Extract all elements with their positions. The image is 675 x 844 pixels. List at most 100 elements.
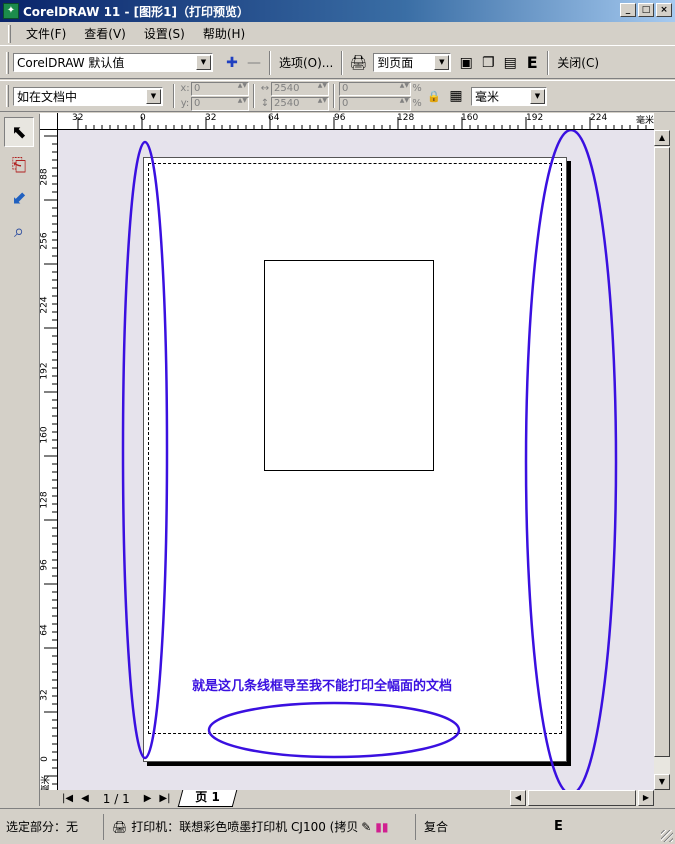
vruler-label: 160 — [40, 426, 50, 444]
vruler-label: 224 — [40, 296, 50, 314]
chevron-down-icon[interactable]: ▼ — [434, 55, 450, 70]
scale-x-input[interactable]: 0 ▲▼ — [339, 81, 411, 96]
resize-grip-icon[interactable] — [661, 830, 673, 842]
maximize-button[interactable]: □ — [638, 3, 654, 17]
height-arrow-icon: ↕ — [260, 98, 270, 109]
vertical-scrollbar[interactable]: ▲ ▼ — [654, 130, 670, 790]
width-input[interactable]: 2540 ▲▼ — [271, 81, 329, 96]
annotation-text: 就是这几条线框导至我不能打印全幅面的文档 — [192, 679, 453, 694]
scale-y-input[interactable]: 0 ▲▼ — [339, 96, 411, 111]
x-position-input[interactable]: 0 ▲▼ — [191, 81, 249, 96]
imposition-tool-icon[interactable]: ⎗ — [4, 150, 34, 180]
toolbar-separator — [269, 50, 271, 75]
horizontal-ruler-ticks — [77, 117, 647, 129]
page-count: 1 / 1 — [102, 791, 130, 806]
position-select[interactable]: 如在文档中 ▼ — [13, 86, 163, 106]
options-button[interactable]: 选项(O)... — [275, 52, 337, 74]
ruler-corner[interactable] — [40, 113, 58, 130]
toolbar-grip[interactable] — [6, 85, 9, 107]
minimize-button[interactable]: _ — [620, 3, 636, 17]
page-tab[interactable]: 页 1 — [178, 790, 238, 807]
color-bars-icon: ▮▮ — [375, 819, 389, 834]
first-page-icon[interactable]: |◀ — [58, 793, 77, 804]
toolbar-separator — [253, 84, 255, 108]
position-value: 如在文档中 — [17, 89, 78, 104]
window-title: CorelDRAW 11 - [图形1]（打印预览） — [23, 4, 249, 19]
menu-view[interactable]: 查看(V) — [75, 23, 135, 44]
scroll-down-icon[interactable]: ▼ — [654, 774, 670, 790]
toolbox: ⬉ ⎗ ⬋ ⌕ — [0, 114, 40, 806]
printer-status-text: 打印机：联想彩色喷墨打印机 CJ100 (拷贝 — [131, 820, 359, 834]
horizontal-ruler[interactable]: 32 0 32 64 96 128 160 192 224 毫米 — [58, 113, 654, 130]
coreldraw-window: ✦ CorelDRAW 11 - [图形1]（打印预览） _ □ × 文件(F)… — [0, 0, 675, 844]
close-window-button[interactable]: × — [656, 3, 672, 17]
chevron-down-icon[interactable]: ▼ — [530, 88, 545, 104]
toolbar-grip[interactable] — [6, 51, 9, 74]
separations-icon[interactable]: ❐ — [477, 52, 499, 74]
preview-canvas[interactable]: 就是这几条线框导至我不能打印全幅面的文档 — [58, 130, 654, 790]
document-icon: E — [554, 819, 563, 834]
pick-tool-icon[interactable]: ⬉ — [4, 117, 34, 147]
scroll-up-icon[interactable]: ▲ — [654, 130, 670, 146]
vruler-label: 32 — [40, 689, 50, 701]
last-page-icon[interactable]: ▶| — [155, 793, 174, 804]
print-style-select[interactable]: CorelDRAW 默认值 ▼ — [13, 53, 213, 72]
vruler-label: 0 — [40, 756, 50, 762]
menu-file[interactable]: 文件(F) — [17, 23, 75, 44]
menu-grip[interactable] — [8, 24, 11, 43]
menu-help[interactable]: 帮助(H) — [194, 23, 254, 44]
fit-select[interactable]: 到页面 ▼ — [373, 53, 452, 72]
lock-icon[interactable]: 🔒 — [423, 85, 445, 107]
y-label: y: — [180, 98, 190, 109]
coreldraw-icon[interactable]: ✦ — [3, 3, 19, 19]
toolbar-separator — [173, 84, 175, 108]
horizontal-scrollbar[interactable]: ◀ ▶ — [510, 790, 654, 806]
remove-style-minus-icon[interactable]: — — [243, 52, 265, 74]
scroll-right-icon[interactable]: ▶ — [638, 790, 654, 806]
status-bar: 选定部分：无 🖨 打印机：联想彩色喷墨打印机 CJ100 (拷贝 ✎ ▮▮ 复合… — [0, 808, 675, 844]
unit-value: 毫米 — [475, 89, 500, 104]
marks-placement-tool-icon[interactable]: ⬋ — [4, 183, 34, 213]
menu-settings[interactable]: 设置(S) — [135, 23, 194, 44]
add-style-plus-icon[interactable]: ✚ — [221, 52, 243, 74]
vruler-unit: 毫米 — [41, 775, 52, 790]
percent-icon: % — [412, 83, 422, 94]
vruler-label: 96 — [40, 559, 50, 571]
chevron-down-icon[interactable]: ▼ — [146, 88, 161, 104]
vruler-label: 64 — [40, 624, 50, 636]
full-screen-preview-icon[interactable]: ▣ — [455, 52, 477, 74]
vertical-ruler[interactable]: 288 256 224 192 160 128 96 64 32 0 毫米 — [40, 130, 58, 790]
horizontal-scroll-thumb[interactable] — [528, 790, 636, 806]
page-tab-label: 页 1 — [195, 790, 221, 804]
preview-toolbar: CorelDRAW 默认值 ▼ ✚ — 选项(O)... 🖨 到页面 ▼ ▣ ❐… — [0, 47, 675, 79]
prev-page-icon[interactable]: ◀ — [77, 793, 93, 804]
menu-bar: 文件(F) 查看(V) 设置(S) 帮助(H) — [0, 22, 675, 46]
tile-icon[interactable]: ▦ — [445, 85, 467, 107]
zoom-tool-icon[interactable]: ⌕ — [4, 216, 34, 246]
hruler-label: 224 — [590, 113, 608, 123]
fit-value: 到页面 — [377, 56, 414, 70]
toolbar-separator — [341, 50, 344, 75]
toolbar-separator — [333, 84, 335, 108]
next-page-icon[interactable]: ▶ — [140, 793, 156, 804]
title-bar: ✦ CorelDRAW 11 - [图形1]（打印预览） _ □ × — [0, 0, 675, 22]
printer-status[interactable]: 🖨 打印机：联想彩色喷墨打印机 CJ100 (拷贝 ✎ ▮▮ — [106, 813, 416, 840]
invert-icon[interactable]: ▤ — [499, 52, 521, 74]
percent-icon: % — [412, 98, 422, 109]
chevron-down-icon[interactable]: ▼ — [196, 55, 211, 70]
hruler-label: 32 — [205, 113, 217, 123]
hruler-label: 160 — [461, 113, 479, 123]
vruler-label: 288 — [40, 168, 50, 186]
scroll-left-icon[interactable]: ◀ — [510, 790, 526, 806]
close-preview-button[interactable]: 关闭(C) — [553, 52, 603, 74]
mirror-e-icon[interactable]: E — [521, 52, 543, 74]
graphic-rectangle[interactable] — [264, 260, 434, 471]
vertical-scroll-thumb[interactable] — [654, 147, 670, 757]
unit-select[interactable]: 毫米 ▼ — [471, 86, 547, 106]
property-toolbar: 如在文档中 ▼ x: 0 ▲▼ y: 0 ▲▼ ↔ 2540 ▲▼ ↕ 2540 ▲▼ 0 ▲▼%… — [0, 80, 675, 112]
selection-status: 选定部分：无 — [0, 813, 104, 840]
hruler-label: 32 — [72, 113, 84, 123]
printer-icon[interactable]: 🖨 — [347, 52, 369, 74]
y-position-input[interactable]: 0 ▲▼ — [191, 96, 249, 111]
height-input[interactable]: 2540 ▲▼ — [271, 96, 329, 111]
